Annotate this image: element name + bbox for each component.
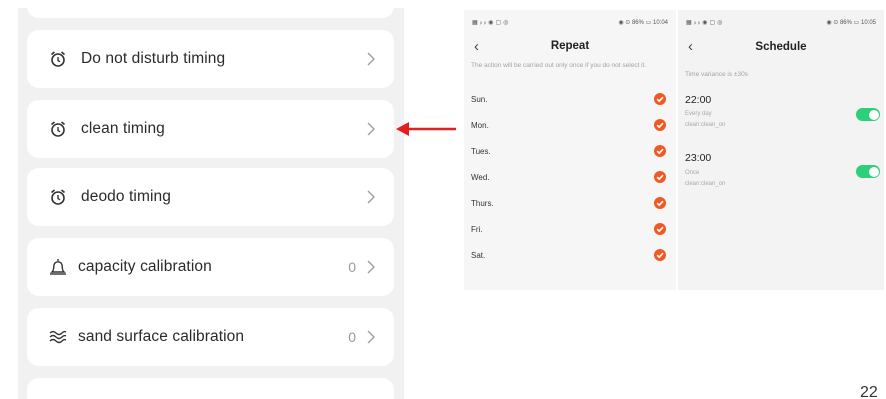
alarm-clock-icon	[47, 48, 69, 70]
schedule-action: clean:clean_on	[685, 181, 726, 187]
schedule-repeat: Once	[685, 170, 700, 176]
settings-panel: Do not disturb timing clean timing deodo…	[18, 8, 404, 399]
settings-item-label: capacity calibration	[78, 258, 212, 275]
alarm-clock-icon	[47, 118, 69, 140]
settings-item-clean-timing[interactable]: clean timing	[27, 100, 394, 158]
settings-item-partial	[27, 378, 394, 399]
check-icon[interactable]	[654, 145, 666, 157]
screenshot-stage: Do not disturb timing clean timing deodo…	[0, 0, 886, 399]
check-icon[interactable]	[654, 171, 666, 183]
status-icons: ▦ ᵢₗ ᵢₗ ◉ ▢ ◎	[686, 20, 723, 26]
repeat-screen: ▦ ᵢₗ ᵢₗ ◉ ▢ ◎ ◉ ⊙ 86% ▭ 10:04 ‹ Repeat T…	[464, 10, 676, 290]
check-icon[interactable]	[654, 249, 666, 261]
settings-item-value: 0	[348, 259, 356, 275]
day-label-mon[interactable]: Mon.	[471, 121, 489, 130]
settings-item-partial	[27, 8, 394, 18]
settings-item-label: deodo timing	[81, 188, 171, 205]
check-icon[interactable]	[654, 119, 666, 131]
schedule-toggle[interactable]	[856, 165, 880, 178]
day-label-sun[interactable]: Sun.	[471, 95, 487, 104]
page-title: Repeat	[550, 40, 590, 52]
day-label-sat[interactable]: Sat.	[471, 251, 485, 260]
settings-item-label: clean timing	[81, 120, 165, 137]
schedule-screen: ▦ ᵢₗ ᵢₗ ◉ ▢ ◎ ◉ ⊙ 86% ▭ 10:05 ‹ Schedule…	[678, 10, 884, 290]
check-icon[interactable]	[654, 93, 666, 105]
day-label-wed[interactable]: Wed.	[471, 173, 490, 182]
chevron-right-icon	[367, 190, 375, 204]
bell-icon	[47, 256, 69, 278]
check-icon[interactable]	[654, 197, 666, 209]
status-icons: ▦ ᵢₗ ᵢₗ ◉ ▢ ◎	[472, 20, 509, 26]
schedule-repeat: Every day	[685, 111, 712, 117]
chevron-right-icon	[367, 122, 375, 136]
waves-icon	[47, 326, 69, 348]
settings-item-capacity-calibration[interactable]: capacity calibration 0	[27, 238, 394, 296]
status-time: ◉ ⊙ 86% ▭ 10:05	[826, 20, 876, 26]
settings-item-sand-surface-calibration[interactable]: sand surface calibration 0	[27, 308, 394, 366]
page-title: Schedule	[755, 41, 807, 53]
header: ‹ Repeat	[464, 36, 676, 58]
red-arrow-icon	[396, 122, 456, 136]
day-label-tues[interactable]: Tues.	[471, 147, 491, 156]
day-label-thurs[interactable]: Thurs.	[471, 199, 494, 208]
schedule-toggle[interactable]	[856, 108, 880, 121]
chevron-right-icon	[367, 260, 375, 274]
settings-item-label: sand surface calibration	[78, 328, 245, 345]
schedule-action: clean:clean_on	[685, 122, 726, 128]
page-number: 22	[860, 385, 878, 399]
settings-item-label: Do not disturb timing	[81, 50, 226, 67]
repeat-note: The action will be carried out only once…	[471, 62, 647, 69]
header: ‹ Schedule	[678, 36, 884, 58]
schedule-time[interactable]: 22:00	[685, 94, 711, 106]
time-variance-note: Time variance is ±30s	[685, 71, 748, 78]
status-time: ◉ ⊙ 86% ▭ 10:04	[618, 20, 668, 26]
settings-item-do-not-disturb-timing[interactable]: Do not disturb timing	[27, 30, 394, 88]
status-bar: ▦ ᵢₗ ᵢₗ ◉ ▢ ◎ ◉ ⊙ 86% ▭ 10:05	[678, 10, 884, 36]
check-icon[interactable]	[654, 223, 666, 235]
day-label-fri[interactable]: Fri.	[471, 225, 483, 234]
settings-item-deodo-timing[interactable]: deodo timing	[27, 168, 394, 226]
chevron-right-icon	[367, 330, 375, 344]
alarm-clock-icon	[47, 186, 69, 208]
status-bar: ▦ ᵢₗ ᵢₗ ◉ ▢ ◎ ◉ ⊙ 86% ▭ 10:04	[464, 10, 676, 36]
schedule-time[interactable]: 23:00	[685, 152, 711, 164]
toggle-knob	[868, 166, 879, 177]
chevron-right-icon	[367, 52, 375, 66]
toggle-knob	[868, 109, 879, 120]
settings-item-value: 0	[348, 329, 356, 345]
